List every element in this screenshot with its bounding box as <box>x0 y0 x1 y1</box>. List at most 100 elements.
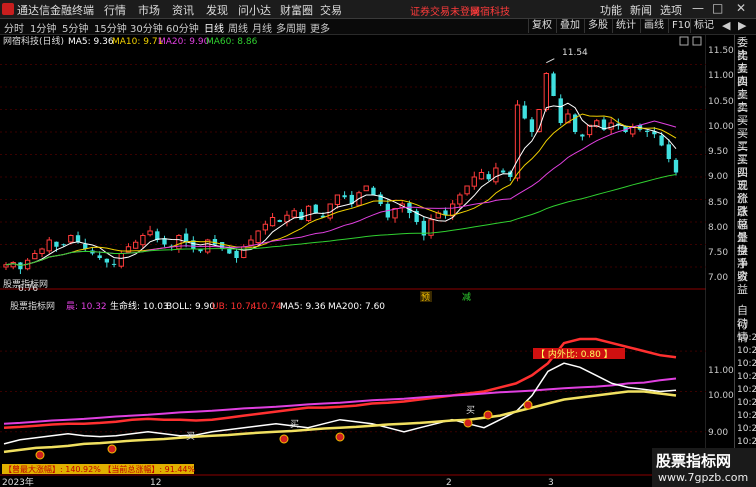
candle-body <box>543 73 549 111</box>
legend-ma5: MA5: 9.36 <box>68 37 114 47</box>
marker-pre[interactable]: 预 <box>421 292 430 303</box>
kline-chart[interactable]: 2023年 12 2 3 网宿科技(日线) MA5: 9.36 MA10: 9.… <box>0 35 706 487</box>
period-tab-timeshare[interactable]: 分时 <box>4 20 24 35</box>
app-logo-icon <box>2 3 14 15</box>
menu-bar: 通达信金融终端 行情 市场 资讯 发现 问小达 财富圈 交易 证券交易未登录 网… <box>0 0 756 19</box>
next-arrow-icon[interactable]: ▶ <box>738 19 746 32</box>
tool-mark[interactable]: 标记 <box>690 19 717 33</box>
menu-item-options[interactable]: 选项 <box>660 2 682 18</box>
legend-boll: BOLL: 9.90 <box>166 302 215 312</box>
period-tab-monthly[interactable]: 月线 <box>252 20 272 35</box>
candle-body <box>140 235 146 246</box>
candle-body <box>262 223 269 231</box>
candle-body <box>291 210 297 218</box>
period-tab-60min[interactable]: 60分钟 <box>166 20 199 35</box>
candle-body <box>212 238 218 245</box>
close-button[interactable]: ✕ <box>736 1 746 15</box>
tool-multistock[interactable]: 多股 <box>584 19 611 33</box>
period-tab-multi[interactable]: 多周期 <box>276 20 306 35</box>
menu-item-wenxiaoda[interactable]: 问小达 <box>238 2 271 18</box>
price-tick: 7.00 <box>708 273 729 283</box>
signal-marker-icon <box>35 450 45 460</box>
trade-time: 10:27 <box>737 372 756 382</box>
candle-body <box>313 204 318 213</box>
period-tab-15min[interactable]: 15分钟 <box>94 20 127 35</box>
stock-name-header: 网宿科技 <box>470 7 510 18</box>
period-tab-30min[interactable]: 30分钟 <box>130 20 163 35</box>
candle-body <box>133 241 139 249</box>
time-label: 2 <box>446 478 452 487</box>
price-tick: 11.00 <box>708 71 734 81</box>
menu-item-market[interactable]: 行情 <box>104 2 126 18</box>
time-label: 2023年 <box>2 476 34 487</box>
candle-body <box>500 170 506 173</box>
signal-marker-icon <box>463 418 473 428</box>
sub-tick: 10.00 <box>708 391 734 401</box>
candle-body <box>478 172 485 180</box>
candle-body <box>39 248 45 255</box>
quote-panel: 委比 卖五 卖四 卖三 卖二 卖一 买一 买二 买三 买四 买五 现价 涨跌 涨… <box>734 35 756 487</box>
sub-tick: 11.00 <box>708 366 734 376</box>
candle-body <box>342 195 347 198</box>
candle-body <box>32 253 38 260</box>
candle-body <box>3 264 9 268</box>
menu-item-newsfeed[interactable]: 新闻 <box>630 2 652 18</box>
menu-item-discover[interactable]: 发现 <box>206 2 228 18</box>
legend-ub2: : 10.74 <box>250 302 282 312</box>
menu-item-trade[interactable]: 交易 <box>320 2 342 18</box>
period-tab-weekly[interactable]: 周线 <box>228 20 248 35</box>
marker-reduce[interactable]: 减 <box>462 291 471 303</box>
candle-body <box>630 127 636 135</box>
candle-body <box>299 211 304 220</box>
candle-body <box>305 205 312 222</box>
price-tick: 8.50 <box>708 198 729 208</box>
candle-body <box>580 134 585 137</box>
candle-body <box>645 130 650 132</box>
candle-body <box>363 185 369 192</box>
period-tab-1min[interactable]: 1分钟 <box>30 20 56 35</box>
candle-body <box>46 239 52 252</box>
candle-body <box>68 235 74 243</box>
maximize-button[interactable]: □ <box>712 1 723 15</box>
app-title: 通达信金融终端 <box>17 4 94 17</box>
price-tick: 9.00 <box>708 172 729 182</box>
period-tab-5min[interactable]: 5分钟 <box>62 20 88 35</box>
stats-text: 【曾最大涨幅】: 140.92% 【当前总涨幅】: 91.44% <box>4 464 196 474</box>
price-tick: 10.50 <box>708 97 734 107</box>
trade-time: 10:27 <box>737 424 756 434</box>
legend-ma20: MA20: 9.90 <box>158 37 210 47</box>
candle-body <box>248 239 254 246</box>
tool-draw[interactable]: 画线 <box>640 19 667 33</box>
legend-ma10: MA10: 9.71 <box>112 37 163 47</box>
trade-time: 10:27 <box>737 359 756 369</box>
price-tick: 10.00 <box>708 122 734 132</box>
candle-body <box>111 263 117 265</box>
minimize-button[interactable]: — <box>692 1 704 15</box>
price-tick: 9.50 <box>708 147 729 157</box>
period-tab-more[interactable]: 更多 <box>310 20 330 35</box>
candle-body <box>659 135 664 146</box>
prev-arrow-icon[interactable]: ◀ <box>722 19 730 32</box>
period-tab-daily[interactable]: 日线 <box>204 20 224 35</box>
tool-fuquan[interactable]: 复权 <box>528 19 555 33</box>
menu-item-function[interactable]: 功能 <box>600 2 622 18</box>
price-tick: 8.00 <box>708 223 729 233</box>
trade-time: 10:27 <box>737 411 756 421</box>
candle-body <box>471 176 477 187</box>
menu-item-news[interactable]: 资讯 <box>172 2 194 18</box>
candle-body <box>334 194 341 205</box>
menu-item-markets[interactable]: 市场 <box>138 2 160 18</box>
candle-body <box>234 250 239 258</box>
candle-body <box>277 219 282 222</box>
candle-body <box>104 258 110 263</box>
high-price-label: 11.54 <box>562 48 588 58</box>
trade-time: 10:27 <box>737 385 756 395</box>
buy-signal-label: 买 <box>186 431 195 442</box>
tool-stats[interactable]: 统计 <box>612 19 639 33</box>
price-axis: 11.50 11.00 10.50 10.00 9.50 9.00 8.50 8… <box>707 35 734 487</box>
tool-overlay[interactable]: 叠加 <box>556 19 583 33</box>
legend-ma60: MA60: 8.86 <box>206 37 258 47</box>
trade-time: 10:27 <box>737 346 756 356</box>
menu-item-wealth[interactable]: 财富圈 <box>280 2 313 18</box>
candle-body <box>486 174 491 180</box>
